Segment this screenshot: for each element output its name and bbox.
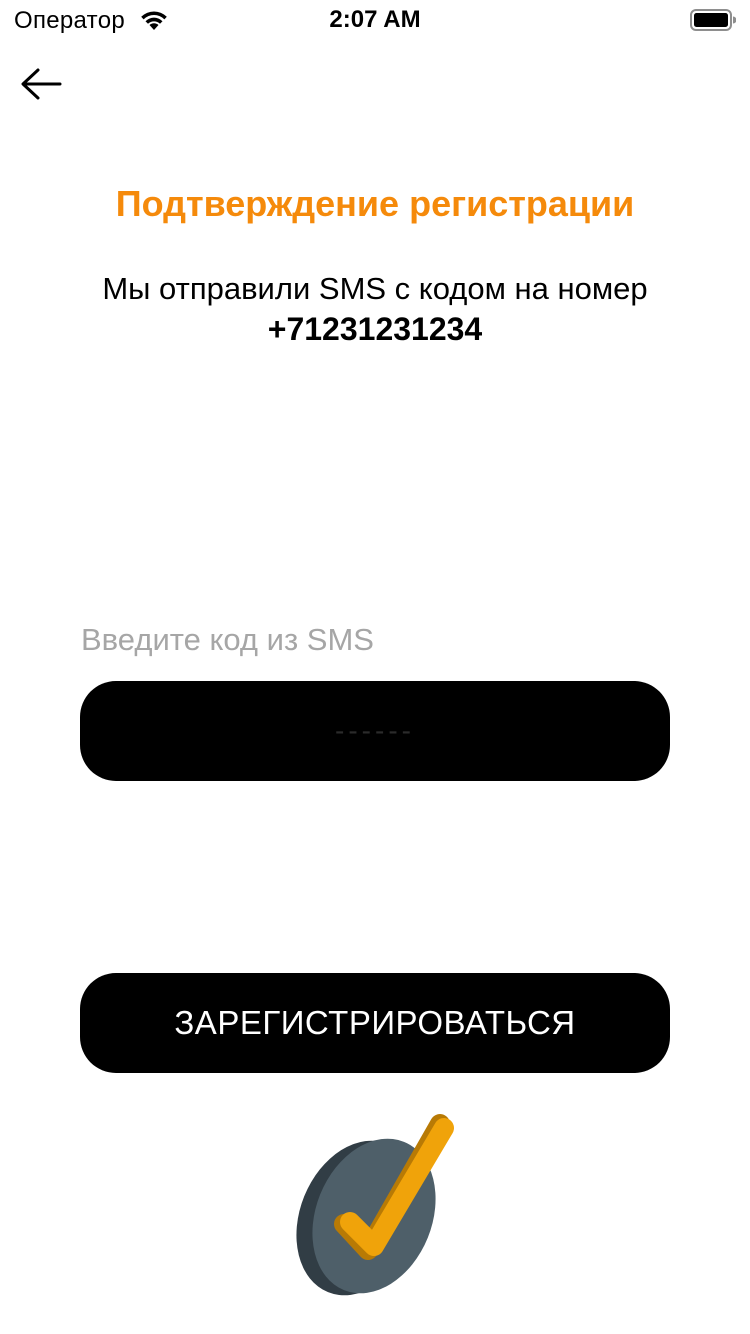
status-time: 2:07 AM (329, 6, 421, 33)
phone-number: +71231231234 (267, 311, 483, 347)
battery-icon (690, 9, 736, 31)
page-title: Подтверждение регистрации (115, 183, 635, 224)
checkmark-badge-icon (296, 1114, 454, 1296)
arrow-left-icon (21, 68, 62, 100)
sms-code-input[interactable] (80, 681, 670, 781)
sms-code-label: Введите код из SMS (81, 622, 374, 657)
sms-sent-message: Мы отправили SMS с кодом на номер (102, 271, 648, 306)
register-button[interactable]: ЗАРЕГИСТРИРОВАТЬСЯ (80, 973, 670, 1073)
status-bar: Оператор 2:07 AM (0, 0, 750, 40)
back-button[interactable] (18, 62, 64, 106)
